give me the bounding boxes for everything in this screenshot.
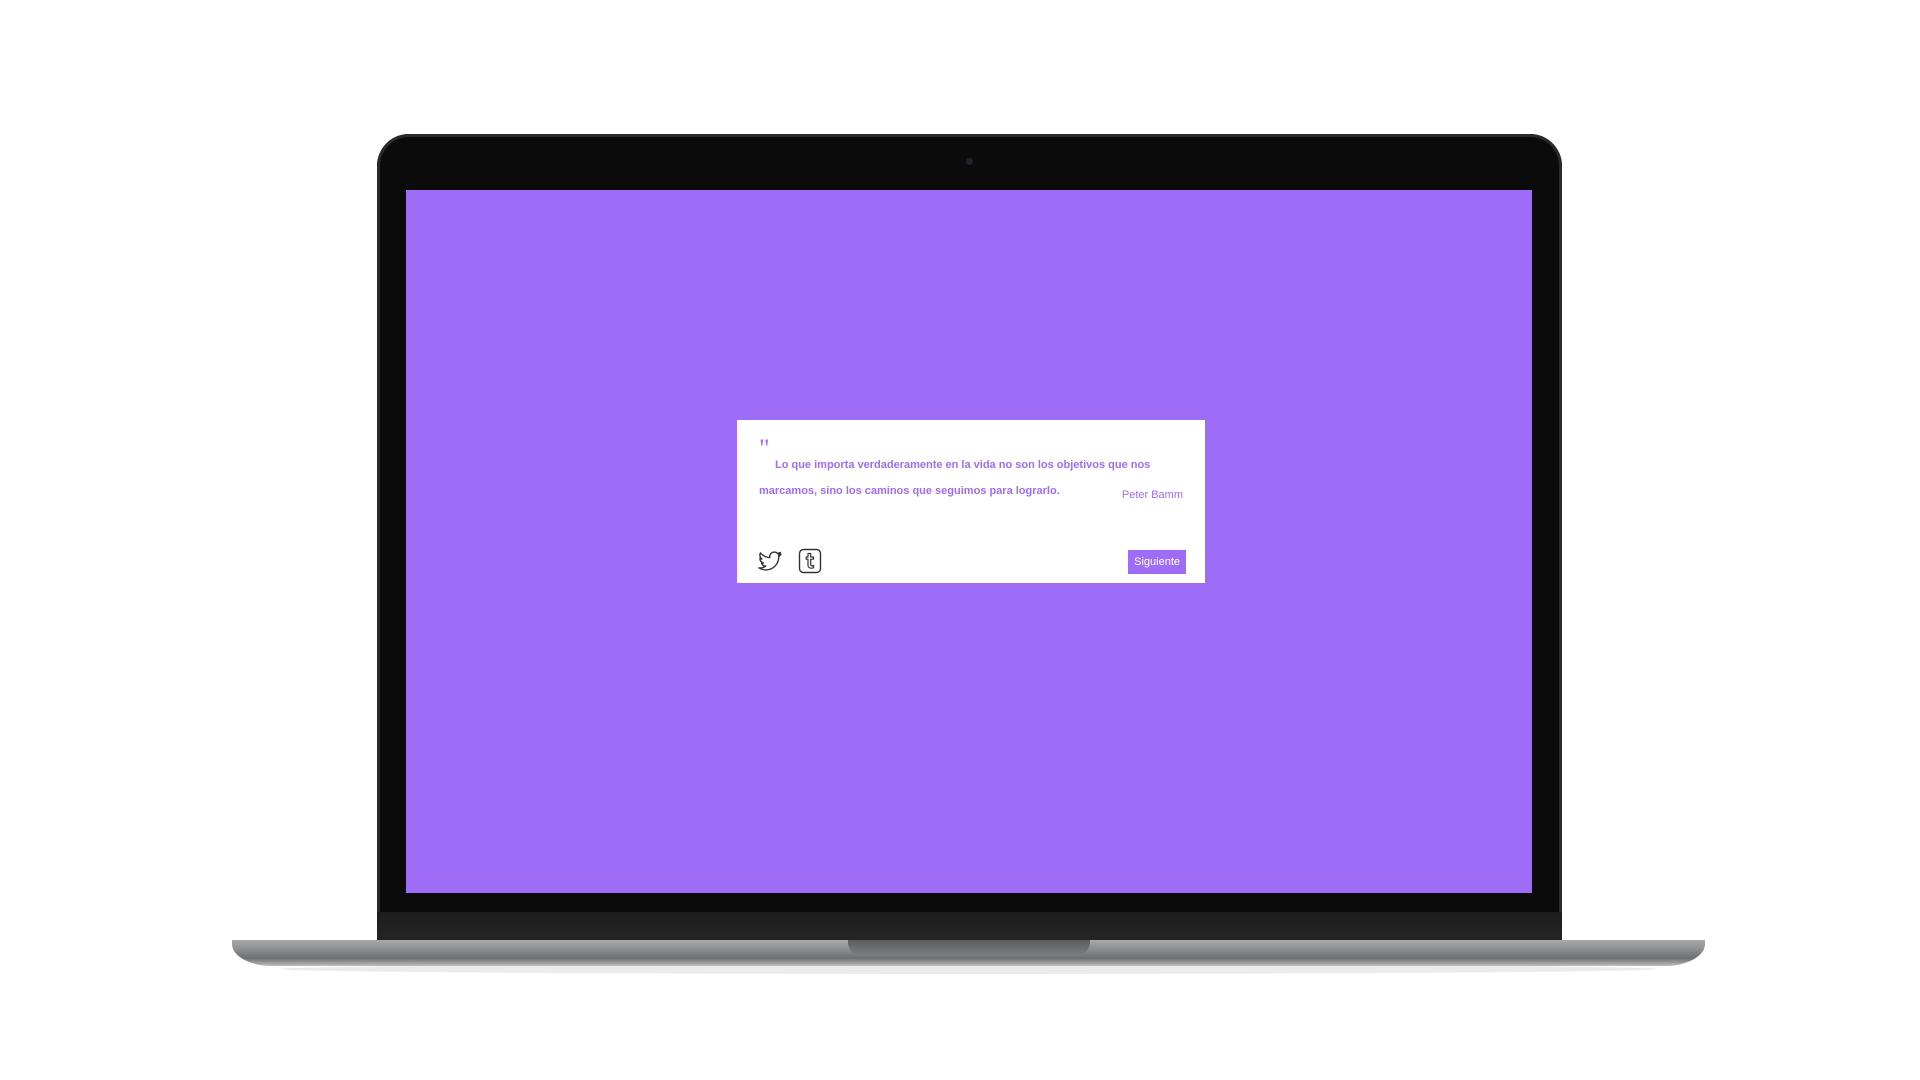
next-quote-button[interactable]: Siguiente	[1128, 550, 1186, 574]
tumblr-share-button[interactable]	[798, 548, 822, 574]
tumblr-icon	[798, 548, 822, 574]
laptop-hinge-notch	[848, 940, 1090, 956]
twitter-bird-icon	[758, 551, 782, 571]
stage: " Lo que importa verdaderamente en la vi…	[0, 0, 1920, 1080]
quote-box: " Lo que importa verdaderamente en la vi…	[737, 420, 1205, 583]
camera-dot	[966, 158, 973, 165]
twitter-share-button[interactable]	[757, 550, 783, 574]
laptop-lid: " Lo que importa verdaderamente en la vi…	[377, 134, 1562, 944]
quote-author: Peter Bamm	[1121, 489, 1183, 501]
laptop-screen: " Lo que importa verdaderamente en la vi…	[406, 190, 1532, 893]
quote-text: Lo que importa verdaderamente en la vida…	[759, 459, 1151, 497]
